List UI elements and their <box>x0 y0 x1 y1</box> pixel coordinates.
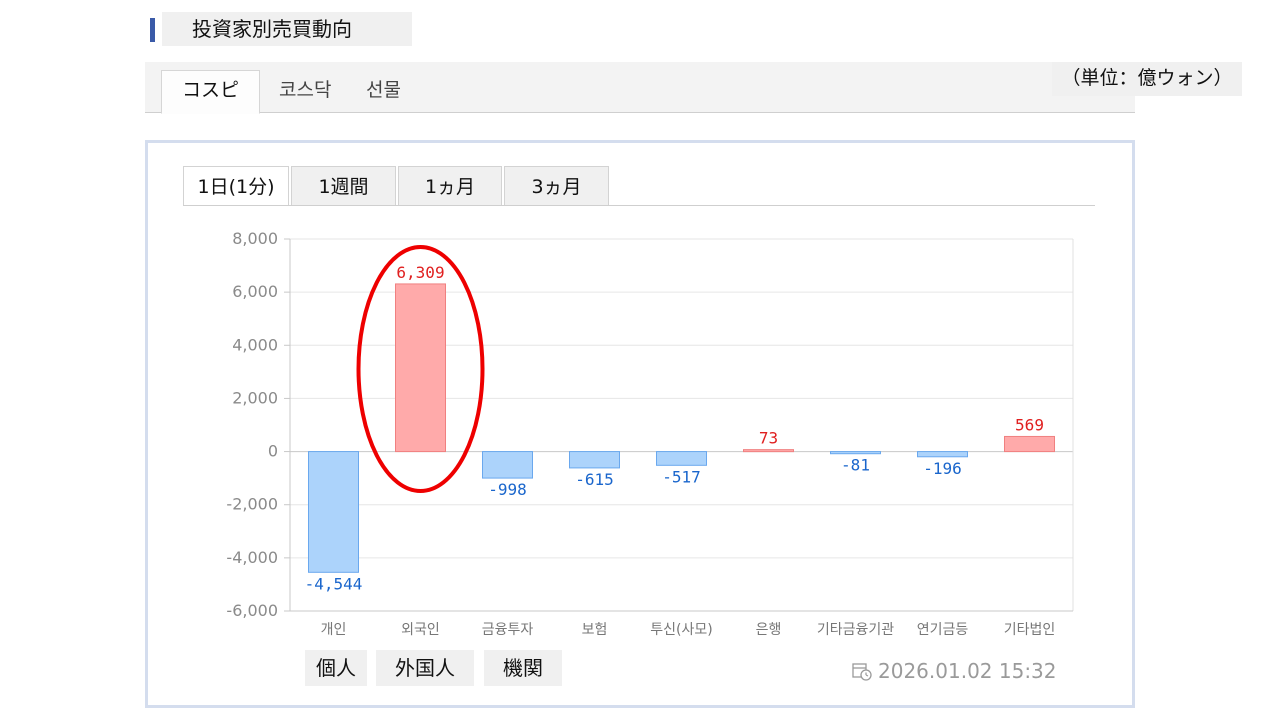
data-label: -998 <box>488 480 527 499</box>
data-label: -196 <box>923 459 962 478</box>
bar <box>743 449 794 453</box>
x-category-label: 개인 <box>321 622 347 638</box>
bar-chart: 8,000 6,000 4,000 2,000 0 -2,000 -4,000 -6,000 -… <box>226 229 1074 638</box>
y-tick-label: 0 <box>268 442 278 461</box>
data-label: -615 <box>575 470 614 489</box>
data-label: 6,309 <box>396 263 444 282</box>
bar <box>917 451 968 458</box>
y-tick-label: 4,000 <box>232 335 278 354</box>
y-tick-label: 8,000 <box>232 229 278 248</box>
x-category-label: 금융투자 <box>482 622 534 638</box>
y-tick-label: 6,000 <box>232 282 278 301</box>
y-tick-label: 2,000 <box>232 388 278 407</box>
data-label: -4,544 <box>305 574 363 593</box>
bar <box>1004 435 1055 453</box>
bar <box>656 451 707 466</box>
data-label: 569 <box>1015 415 1044 434</box>
investor-label-institution: 機関 <box>484 650 562 686</box>
bar <box>308 451 359 573</box>
data-label: -81 <box>841 456 870 475</box>
calendar-clock-icon <box>852 663 872 681</box>
x-category-label: 연기금등 <box>917 622 969 638</box>
x-category-label: 보험 <box>582 622 608 638</box>
y-tick-label: -4,000 <box>226 548 278 567</box>
x-category-label: 기타금융기관 <box>817 622 894 638</box>
x-category-label: 투신(사모) <box>650 622 712 638</box>
x-category-label: 은행 <box>756 622 782 638</box>
bar <box>482 451 533 479</box>
data-label: 73 <box>759 429 778 448</box>
bar <box>395 283 446 453</box>
x-category-label: 기타법인 <box>1004 622 1056 638</box>
investor-label-foreign: 外国人 <box>376 650 474 686</box>
y-tick-label: -2,000 <box>226 495 278 514</box>
timestamp: 2026.01.02 15:32 <box>852 657 1057 685</box>
bar <box>830 451 881 455</box>
y-tick-label: -6,000 <box>226 601 278 620</box>
data-label: -517 <box>662 467 701 486</box>
timestamp-text: 2026.01.02 15:32 <box>878 659 1057 683</box>
investor-label-individual: 個人 <box>305 650 367 686</box>
x-category-label: 외국인 <box>401 622 440 638</box>
bar <box>569 451 620 469</box>
